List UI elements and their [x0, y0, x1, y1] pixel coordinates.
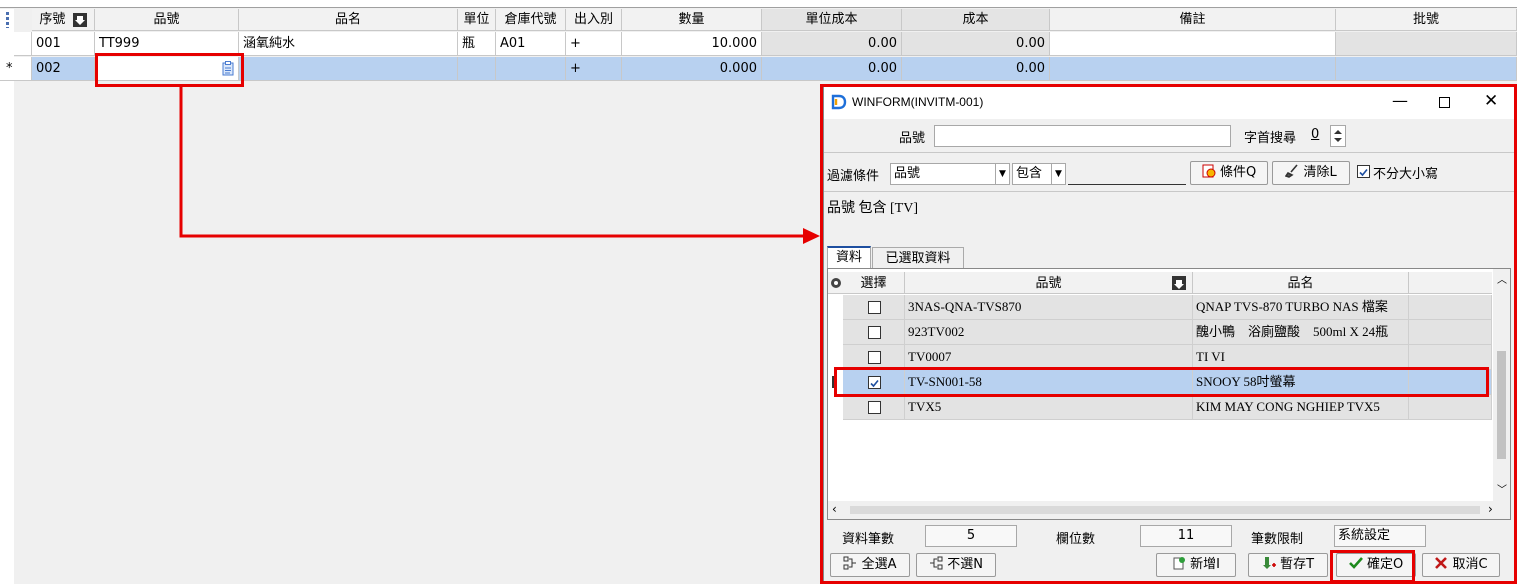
header-note[interactable]: 備註	[1050, 9, 1336, 31]
annotation-highlight-confirm	[1330, 550, 1415, 583]
cell-cost: 0.00	[902, 32, 1050, 56]
cell-note[interactable]	[1050, 32, 1336, 56]
header-lot[interactable]: 批號	[1336, 9, 1517, 31]
annotation-arrow	[179, 87, 820, 244]
annotation-highlight-row	[834, 367, 1489, 397]
cell-lot[interactable]	[1336, 57, 1517, 81]
header-cost[interactable]: 成本	[902, 9, 1050, 31]
cell-lot[interactable]	[1336, 32, 1517, 56]
annotation-highlight-dialog	[820, 84, 1517, 584]
cell-note[interactable]	[1050, 57, 1336, 81]
cell-cost: 0.00	[902, 57, 1050, 81]
